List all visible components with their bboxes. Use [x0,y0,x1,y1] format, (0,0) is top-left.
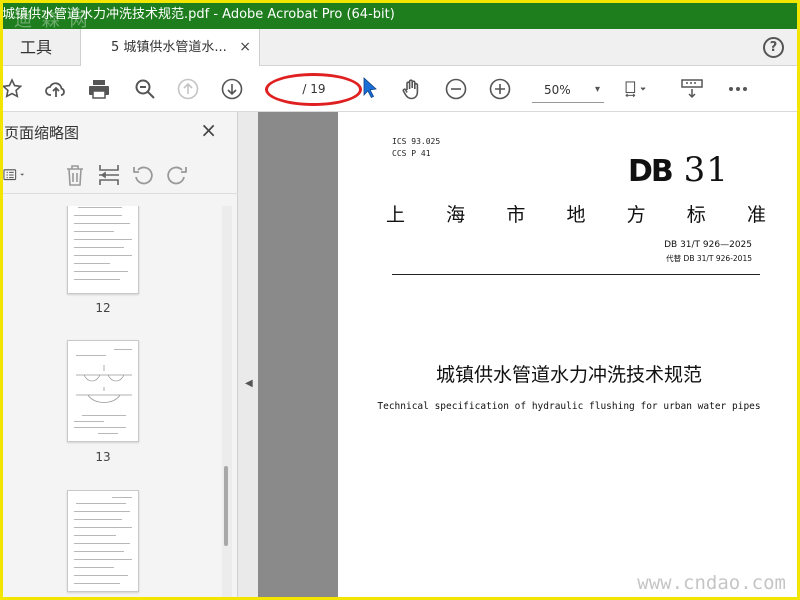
standard-type-char: 地 [566,204,586,226]
zoom-out-icon[interactable] [444,77,468,101]
zoom-in-icon[interactable] [488,77,512,101]
close-panel-icon[interactable]: × [200,118,217,142]
scroll-mode-icon[interactable] [680,77,704,101]
thumbnail-list: 12 13 [0,206,222,600]
standard-type-char: 标 [686,204,706,226]
standard-number: DB 31/T 926—2025 [664,240,752,250]
page-fit-icon[interactable] [624,77,658,101]
page-thumbnails-panel: 页面缩略图 × 12 13 [0,112,238,600]
tab-bar: 工具 5 城镇供水管道水... × ? [0,29,800,67]
trash-icon[interactable] [62,162,88,188]
more-options-icon[interactable] [726,77,750,101]
page-thumbnail-13[interactable] [67,340,139,442]
ccs-code: CCS P 41 [392,149,431,158]
scrollbar-thumb[interactable] [224,466,228,546]
standard-type-char: 市 [506,204,526,226]
panel-collapse-strip [238,112,258,600]
insert-page-icon[interactable] [96,162,122,188]
chevron-down-icon: ▾ [594,84,600,95]
print-icon[interactable] [87,77,111,101]
replaces-standard: 代替 DB 31/T 926-2015 [666,254,752,263]
db-logo-number: 31 [683,150,729,190]
watermark-bottom: www.cndao.com [637,572,786,594]
page-thumbnail-12[interactable] [67,206,139,294]
tab-tools[interactable]: 工具 [0,29,80,66]
db-logo-letters: DB [628,154,674,189]
standard-type: 上 海 市 地 方 标 准 [386,200,766,227]
db-logo: DB 31 [628,150,729,190]
previous-page-icon[interactable] [176,77,200,101]
rotate-right-icon[interactable] [164,162,190,188]
standard-type-char: 准 [746,204,766,226]
close-tab-icon[interactable]: × [239,29,251,66]
tab-document[interactable]: 5 城镇供水管道水... × [80,29,260,67]
options-menu-icon[interactable] [2,162,42,188]
zoom-search-icon[interactable] [133,77,157,101]
next-page-icon[interactable] [220,77,244,101]
standard-number-block: DB 31/T 926—2025 代替 DB 31/T 926-2015 [664,238,752,266]
standard-type-char: 上 [386,204,406,226]
highlight-ellipse [265,73,362,106]
header-divider [392,274,760,275]
star-icon[interactable] [0,77,24,101]
document-page: ICS 93.025 CCS P 41 DB 31 上 海 市 地 方 标 准 … [338,112,800,600]
panel-title: 页面缩略图 [4,124,80,142]
classification-codes: ICS 93.025 CCS P 41 [392,136,440,160]
thumbnail-label: 12 [95,301,111,315]
zoom-value: 50% [544,83,571,97]
document-title-english: Technical specification of hydraulic flu… [377,401,761,412]
zoom-level-select[interactable]: 50% ▾ [532,77,604,103]
document-background [258,112,338,600]
page-thumbnail-14[interactable] [67,490,139,592]
standard-type-char: 方 [626,204,646,226]
watermark-top: 迪 森 网 [14,10,90,31]
tab-document-label: 5 城镇供水管道水... [111,40,227,55]
standard-type-char: 海 [446,204,466,226]
document-title: 城镇供水管道水力冲洗技术规范 [435,364,702,386]
help-icon[interactable]: ? [763,37,784,58]
main-toolbar: / 19 50% ▾ [0,66,800,112]
thumbnail-scrollbar[interactable] [222,206,232,600]
collapse-panel-icon[interactable]: ◀ [245,378,253,389]
hand-tool-icon[interactable] [400,77,424,101]
ics-code: ICS 93.025 [392,137,441,146]
cloud-upload-icon[interactable] [44,77,68,101]
thumbnail-label: 13 [95,450,111,464]
rotate-left-icon[interactable] [130,162,156,188]
panel-toolbar [0,160,238,194]
window-titlebar: 城镇供水管道水力冲洗技术规范.pdf - Adobe Acrobat Pro (… [0,0,800,29]
mouse-cursor-icon [358,76,377,100]
